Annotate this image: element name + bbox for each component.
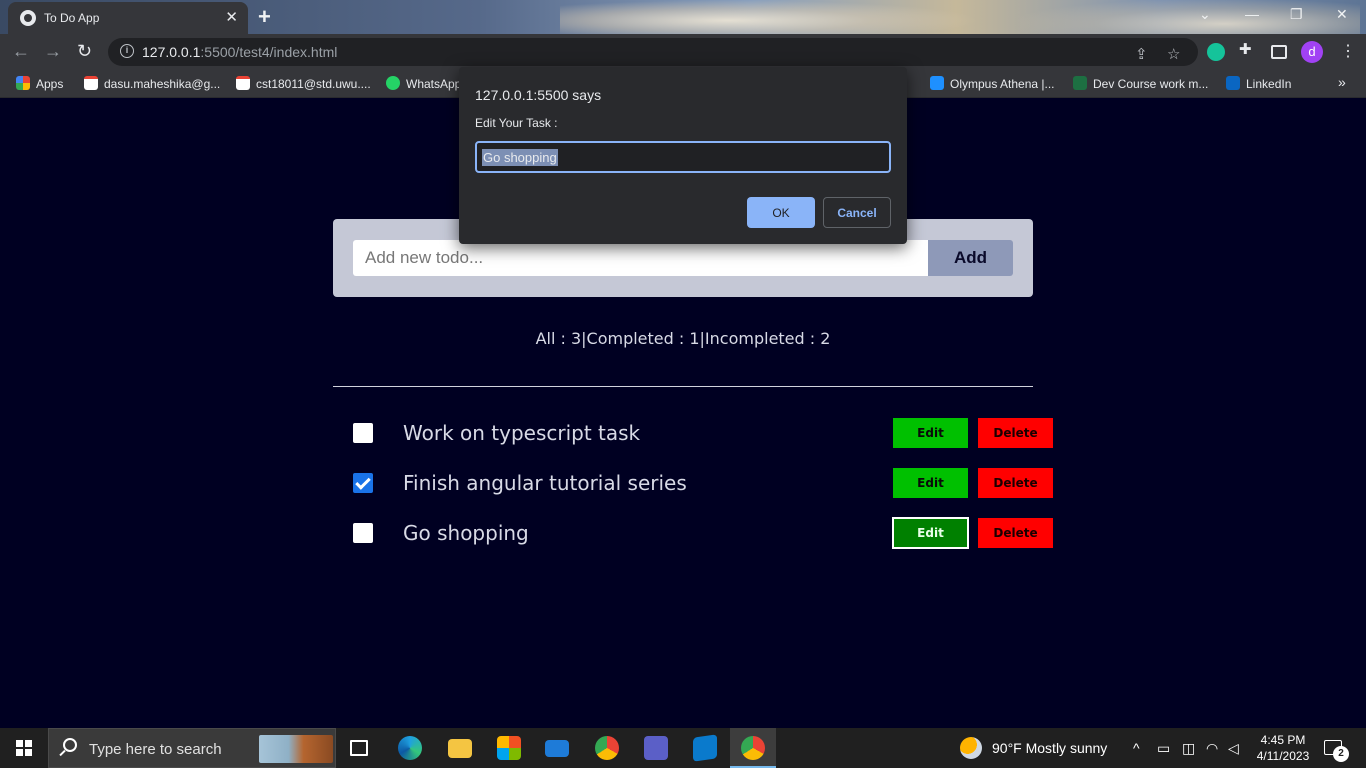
microsoft-store-icon[interactable]	[497, 736, 521, 760]
close-tab-icon[interactable]: ✕	[225, 8, 238, 26]
address-bar[interactable]: i 127.0.0.1:5500/test4/index.html ⇪ ☆	[108, 38, 1198, 66]
extensions-puzzle-icon[interactable]: ✚	[1239, 40, 1257, 58]
wifi-icon[interactable]: ◠	[1206, 740, 1218, 757]
url-text: 127.0.0.1:5500/test4/index.html	[142, 44, 338, 60]
volume-icon[interactable]: ◁	[1228, 740, 1239, 757]
teams-icon[interactable]	[644, 736, 668, 760]
excel-icon	[1073, 76, 1087, 90]
close-window-button[interactable]: ✕	[1336, 6, 1348, 23]
bookmark-gmail-2[interactable]: cst18011@std.uwu....	[236, 76, 371, 91]
todo-checkbox[interactable]	[353, 473, 373, 493]
whatsapp-icon	[386, 76, 400, 90]
divider	[333, 386, 1033, 387]
new-tab-button[interactable]: +	[258, 4, 271, 30]
search-highlight-image	[259, 735, 333, 763]
notification-count: 2	[1333, 746, 1349, 762]
menu-dots-icon[interactable]: ⋮	[1340, 41, 1356, 61]
site-info-icon[interactable]: i	[120, 44, 134, 58]
clock-time: 4:45 PM	[1260, 733, 1306, 747]
bookmark-gmail-1[interactable]: dasu.maheshika@g...	[84, 76, 220, 91]
bookmark-star-icon[interactable]: ☆	[1167, 45, 1180, 63]
gmail-icon	[84, 76, 98, 90]
linkedin-icon	[1226, 76, 1240, 90]
windows-taskbar: Type here to search 90°F Mostly sunny ^ …	[0, 728, 1366, 768]
todo-item: Finish angular tutorial series Edit Dele…	[333, 463, 1053, 503]
battery-icon[interactable]: ▭	[1157, 740, 1170, 757]
todo-checkbox[interactable]	[353, 523, 373, 543]
edit-button[interactable]: Edit	[893, 418, 968, 448]
mail-icon[interactable]	[545, 740, 569, 757]
tab-title: To Do App	[44, 11, 100, 25]
bookmark-whatsapp[interactable]: WhatsApp	[386, 76, 461, 91]
gmail-icon	[236, 76, 250, 90]
browser-titlebar: To Do App ✕ + ⌄ — ❐ ✕	[0, 0, 1366, 34]
new-todo-input[interactable]	[353, 240, 929, 276]
restore-button[interactable]: ❐	[1290, 6, 1303, 23]
chrome-icon[interactable]	[595, 736, 619, 760]
todo-item: Go shopping Edit Delete	[333, 513, 1053, 553]
tab-search-icon[interactable]: ⌄	[1199, 6, 1211, 23]
browser-toolbar: ← → ↻ i 127.0.0.1:5500/test4/index.html …	[0, 34, 1366, 70]
chrome-profile-icon	[741, 736, 765, 760]
taskbar-clock[interactable]: 4:45 PM 4/11/2023	[1252, 732, 1314, 764]
dialog-origin: 127.0.0.1:5500 says	[475, 87, 602, 103]
dialog-message: Edit Your Task :	[475, 116, 558, 130]
share-icon[interactable]: ⇪	[1135, 45, 1148, 63]
task-view-icon[interactable]	[350, 740, 368, 756]
bookmark-olympus[interactable]: Olympus Athena |...	[930, 76, 1055, 91]
windows-start-icon[interactable]	[16, 740, 32, 756]
chrome-active-taskbar-item[interactable]	[730, 728, 776, 768]
olympus-icon	[930, 76, 944, 90]
forward-arrow-icon[interactable]: →	[44, 41, 62, 62]
edit-button[interactable]: Edit	[892, 517, 969, 549]
search-icon	[63, 738, 77, 752]
edge-browser-icon[interactable]	[398, 736, 422, 760]
edit-task-prompt-dialog: 127.0.0.1:5500 says Edit Your Task : Go …	[459, 67, 907, 244]
back-arrow-icon[interactable]: ←	[12, 41, 30, 62]
minimize-button[interactable]: —	[1245, 6, 1259, 22]
theme-cloud	[1020, 0, 1360, 34]
camera-icon[interactable]: ◫	[1182, 740, 1195, 757]
todo-stats: All : 3|Completed : 1|Incompleted : 2	[535, 329, 831, 348]
dialog-input-value: Go shopping	[482, 149, 558, 166]
theme-cloud	[560, 0, 980, 34]
bookmarks-overflow-icon[interactable]: »	[1338, 74, 1346, 90]
bookmark-excel[interactable]: Dev Course work m...	[1073, 76, 1208, 91]
weather-icon[interactable]	[960, 737, 982, 759]
chevron-up-icon[interactable]: ^	[1133, 740, 1140, 756]
delete-button[interactable]: Delete	[978, 518, 1053, 548]
reload-icon[interactable]: ↻	[77, 41, 92, 62]
profile-avatar[interactable]: d	[1301, 41, 1323, 63]
browser-tab[interactable]: To Do App ✕	[8, 2, 248, 34]
todo-text: Work on typescript task	[403, 421, 641, 445]
grammarly-extension-icon[interactable]	[1207, 43, 1225, 61]
clock-date: 4/11/2023	[1256, 749, 1310, 763]
search-placeholder: Type here to search	[89, 741, 222, 758]
weather-text[interactable]: 90°F Mostly sunny	[992, 740, 1107, 756]
bookmark-linkedin[interactable]: LinkedIn	[1226, 76, 1291, 91]
bookmark-apps[interactable]: Apps	[16, 76, 63, 91]
side-panel-icon[interactable]	[1271, 45, 1287, 59]
add-button[interactable]: Add	[928, 240, 1013, 276]
notifications-icon[interactable]: 2	[1324, 740, 1349, 762]
delete-button[interactable]: Delete	[978, 468, 1053, 498]
todo-text: Go shopping	[403, 521, 529, 545]
cancel-button[interactable]: Cancel	[823, 197, 891, 228]
taskbar-search[interactable]: Type here to search	[48, 728, 336, 768]
file-explorer-icon[interactable]	[448, 739, 472, 758]
todo-text: Finish angular tutorial series	[403, 471, 687, 495]
delete-button[interactable]: Delete	[978, 418, 1053, 448]
todo-item: Work on typescript task Edit Delete	[333, 413, 1053, 453]
todo-checkbox[interactable]	[353, 423, 373, 443]
ok-button[interactable]: OK	[747, 197, 815, 228]
vscode-icon[interactable]	[693, 734, 717, 762]
globe-icon	[20, 10, 36, 26]
apps-grid-icon	[16, 76, 30, 90]
edit-button[interactable]: Edit	[893, 468, 968, 498]
